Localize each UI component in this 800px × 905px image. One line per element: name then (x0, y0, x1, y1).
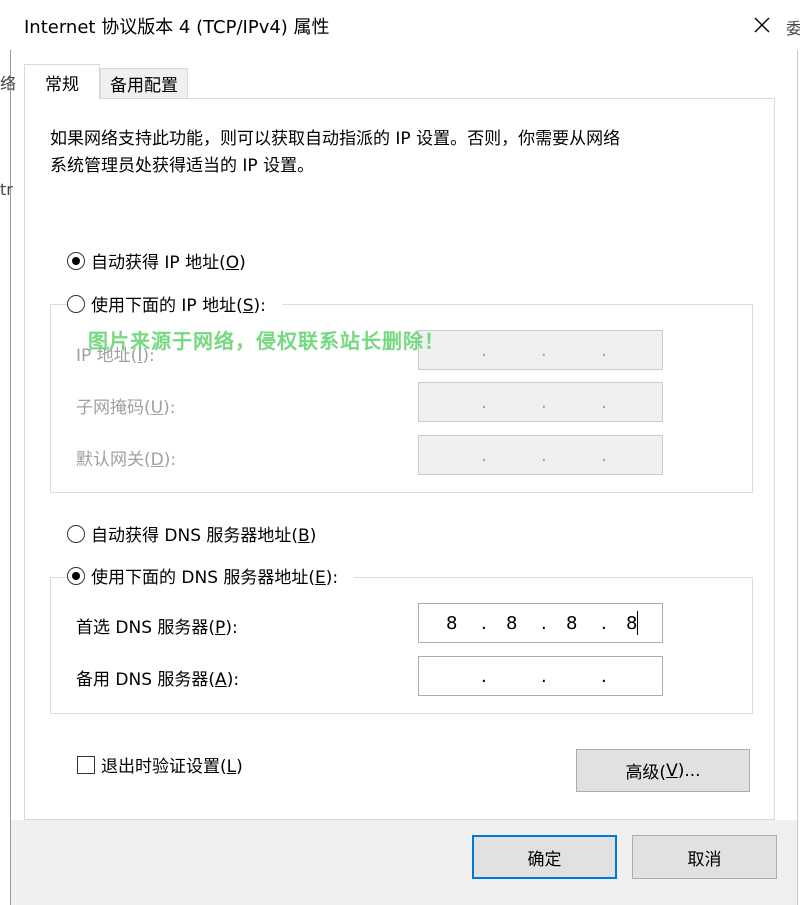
octet-separator: . (541, 445, 547, 466)
octet-separator: . (481, 392, 487, 413)
radio-label: 使用下面的 DNS 服务器地址(E): (91, 568, 339, 588)
cancel-button[interactable]: 取消 (632, 835, 777, 879)
description-line-2: 系统管理员处获得适当的 IP 设置。 (50, 156, 315, 176)
background-window-fragment: tr (0, 180, 13, 199)
default-gateway-input[interactable]: . . . (418, 435, 663, 475)
octet-separator: . (601, 340, 607, 361)
radio-use-following-dns[interactable]: 使用下面的 DNS 服务器地址(E): (67, 563, 355, 588)
close-button[interactable] (740, 5, 784, 45)
octet-value: 8 (626, 613, 638, 634)
octet-separator: . (601, 445, 607, 466)
subnet-mask-label: 子网掩码(U): (76, 398, 176, 418)
octet-separator: . (481, 340, 487, 361)
radio-circle (67, 294, 85, 313)
default-gateway-label: 默认网关(D): (76, 450, 177, 470)
tab-general[interactable]: 常规 (24, 64, 100, 99)
octet-value: 8 (566, 613, 578, 634)
octet-separator: . (541, 392, 547, 413)
octet-separator: . (601, 392, 607, 413)
advanced-button[interactable]: 高级(V)... (576, 749, 750, 792)
octet-separator: . (601, 613, 607, 634)
ip-address-input[interactable]: . . . (418, 330, 663, 370)
description-text: 如果网络支持此功能，则可以获取自动指派的 IP 设置。否则，你需要从网络 系统管… (50, 126, 730, 180)
preferred-dns-input[interactable]: 8 . 8 . 8 . 8 (418, 603, 663, 643)
radio-label: 自动获得 IP 地址(O) (91, 253, 246, 273)
radio-circle (67, 251, 85, 270)
text-cursor (637, 611, 638, 635)
radio-label: 自动获得 DNS 服务器地址(B) (91, 526, 317, 546)
alternate-dns-label: 备用 DNS 服务器(A): (76, 670, 240, 690)
watermark-text: 图片来源于网络，侵权联系站长删除！ (88, 329, 445, 353)
background-window-fragment: 络 (0, 74, 17, 93)
radio-obtain-dns-auto[interactable]: 自动获得 DNS 服务器地址(B) (67, 521, 316, 546)
description-line-1: 如果网络支持此功能，则可以获取自动指派的 IP 设置。否则，你需要从网络 (50, 129, 621, 149)
octet-value: 8 (506, 613, 518, 634)
octet-separator: . (541, 613, 547, 634)
octet-separator: . (541, 340, 547, 361)
close-icon (754, 17, 770, 33)
octet-separator: . (601, 666, 607, 687)
radio-use-following-ip[interactable]: 使用下面的 IP 地址(S): (67, 291, 282, 316)
alternate-dns-input[interactable]: . . . (418, 656, 663, 696)
background-window-fragment: 委 (786, 19, 800, 38)
radio-circle (67, 524, 85, 543)
radio-obtain-ip-auto[interactable]: 自动获得 IP 地址(O) (67, 248, 246, 273)
octet-separator: . (481, 666, 487, 687)
octet-separator: . (481, 445, 487, 466)
dialog-right-edge (797, 50, 798, 905)
subnet-mask-input[interactable]: . . . (418, 382, 663, 422)
window-title: Internet 协议版本 4 (TCP/IPv4) 属性 (24, 17, 330, 38)
checkbox-box (77, 755, 95, 774)
checkbox-label: 退出时验证设置(L) (101, 757, 243, 777)
dialog-left-edge (10, 50, 11, 905)
octet-separator: . (541, 666, 547, 687)
radio-label: 使用下面的 IP 地址(S): (91, 296, 266, 316)
octet-separator: . (481, 613, 487, 634)
octet-value: 8 (446, 613, 458, 634)
preferred-dns-label: 首选 DNS 服务器(P): (76, 618, 238, 638)
validate-on-exit-checkbox[interactable]: 退出时验证设置(L) (77, 752, 243, 777)
tab-alternate-configuration[interactable]: 备用配置 (100, 68, 188, 98)
radio-circle (67, 566, 85, 585)
ok-button[interactable]: 确定 (472, 835, 617, 879)
